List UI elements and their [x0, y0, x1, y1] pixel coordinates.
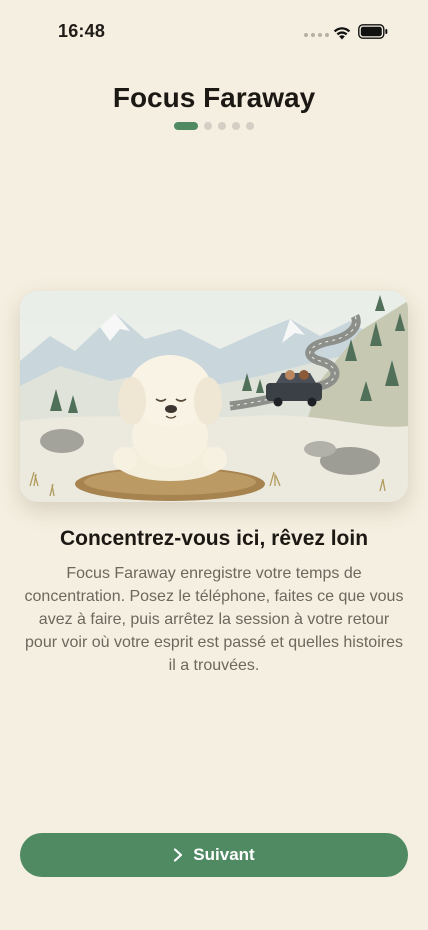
page-title: Focus Faraway — [112, 82, 316, 113]
battery-icon — [358, 24, 388, 39]
status-bar: 16:48 — [0, 0, 428, 60]
wifi-icon — [333, 27, 351, 40]
page-dot-active — [174, 122, 198, 130]
page-dot — [232, 122, 240, 130]
cellular-signal-icon — [304, 33, 329, 37]
hero-illustration — [20, 291, 408, 502]
page-dot — [204, 122, 212, 130]
next-button[interactable]: Suivant — [20, 833, 408, 877]
headline: Concentrez-vous ici, rêvez loin — [59, 527, 369, 550]
next-button-label: Suivant — [193, 845, 255, 864]
chevron-right-icon — [174, 848, 183, 862]
status-time: 16:48 — [58, 21, 106, 41]
description: Focus Faraway enregistre votre temps de … — [24, 565, 404, 674]
page-dot — [218, 122, 226, 130]
page-dot — [246, 122, 254, 130]
page-indicator — [0, 122, 428, 130]
